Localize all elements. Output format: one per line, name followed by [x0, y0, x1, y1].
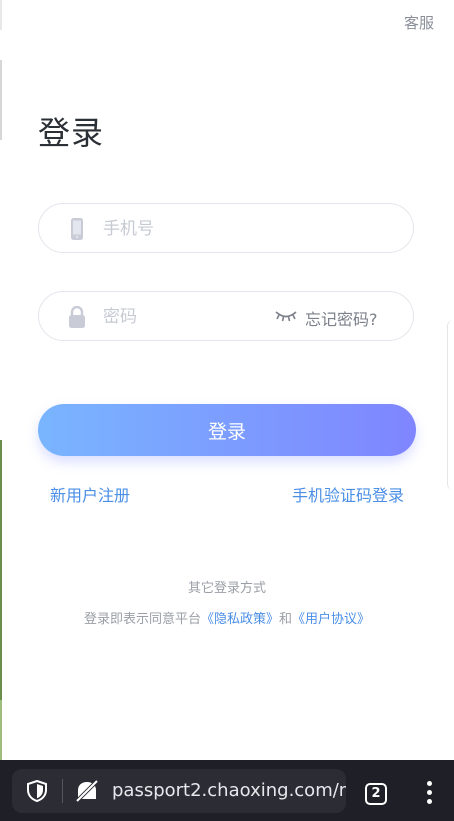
- phone-field[interactable]: [38, 203, 414, 254]
- lock-icon: [69, 306, 85, 328]
- password-field[interactable]: 忘记密码?: [38, 291, 414, 342]
- page-title: 登录: [38, 114, 105, 152]
- agreement-prefix: 登录即表示同意平台: [83, 612, 201, 627]
- agreement-text: 登录即表示同意平台《隐私政策》和《用户协议》: [0, 608, 454, 627]
- privacy-policy-link[interactable]: 《隐私政策》: [201, 612, 279, 627]
- more-vertical-icon[interactable]: [424, 781, 434, 807]
- forgot-password-link[interactable]: 忘记密码?: [305, 306, 378, 330]
- address-bar[interactable]: passport2.chaoxing.com/m: [12, 769, 346, 813]
- phone-input[interactable]: [101, 204, 295, 254]
- sms-login-link[interactable]: 手机验证码登录: [292, 482, 404, 506]
- agreement-and: 和: [279, 612, 293, 627]
- password-input[interactable]: [101, 292, 295, 342]
- eye-closed-icon[interactable]: [275, 309, 297, 323]
- background-edge: [0, 0, 2, 760]
- customer-service-link[interactable]: 客服: [404, 12, 434, 33]
- side-drawer-handle[interactable]: [447, 320, 454, 490]
- tabs-button[interactable]: 2: [365, 783, 387, 805]
- register-link[interactable]: 新用户注册: [50, 482, 130, 506]
- user-agreement-link[interactable]: 《用户协议》: [292, 612, 370, 627]
- no-tracking-icon[interactable]: [74, 779, 100, 803]
- address-bar-divider: [62, 779, 63, 803]
- other-login-methods[interactable]: 其它登录方式: [0, 577, 454, 596]
- shield-icon[interactable]: [26, 780, 48, 802]
- url-text[interactable]: passport2.chaoxing.com/m: [112, 780, 346, 801]
- phone-icon: [71, 218, 83, 240]
- login-page: 客服 登录 忘记密码? 登录 新用户注册 手机验证码登录 其它登录方式 登录即表…: [0, 0, 454, 821]
- login-button[interactable]: 登录: [38, 404, 416, 456]
- browser-toolbar: passport2.chaoxing.com/m 2: [0, 760, 454, 821]
